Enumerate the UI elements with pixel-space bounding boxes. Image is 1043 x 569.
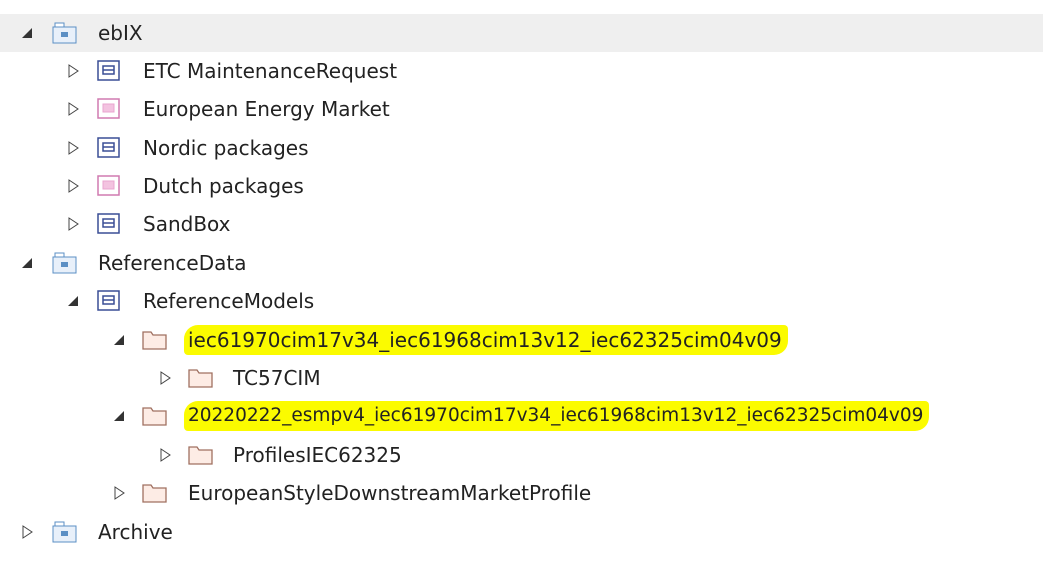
tree-item-label: ETC MaintenanceRequest bbox=[143, 59, 398, 83]
collapsed-arrow-icon[interactable] bbox=[158, 448, 172, 462]
package-blue-icon bbox=[96, 290, 122, 312]
tree-item-20220222-esmpv4[interactable]: 20220222_esmpv4_iec61970cim17v34_iec6196… bbox=[0, 397, 1043, 435]
folder-icon bbox=[188, 367, 214, 389]
package-blue-icon bbox=[96, 213, 122, 235]
tree-item-label: TC57CIM bbox=[233, 366, 321, 390]
tree-item-label: Nordic packages bbox=[143, 136, 309, 160]
expanded-arrow-icon[interactable] bbox=[112, 409, 126, 423]
tree-item-europeanstyledownstreammarketprofile[interactable]: EuropeanStyleDownstreamMarketProfile bbox=[0, 474, 1043, 512]
folder-icon bbox=[142, 482, 168, 504]
expanded-arrow-icon[interactable] bbox=[112, 333, 126, 347]
tree-item-iec61970cim17v34[interactable]: iec61970cim17v34_iec61968cim13v12_iec623… bbox=[0, 321, 1043, 359]
tree-item-label: European Energy Market bbox=[143, 97, 390, 121]
model-root-icon bbox=[52, 521, 78, 543]
tree-item-label: iec61970cim17v34_iec61968cim13v12_iec623… bbox=[184, 325, 788, 355]
tree-item-label: ebIX bbox=[98, 21, 143, 45]
folder-icon bbox=[188, 444, 214, 466]
tree-item-label: ProfilesIEC62325 bbox=[233, 443, 402, 467]
tree-item-tc57cim[interactable]: TC57CIM bbox=[0, 359, 1043, 397]
tree-item-nordic-packages[interactable]: Nordic packages bbox=[0, 129, 1043, 167]
collapsed-arrow-icon[interactable] bbox=[66, 217, 80, 231]
tree-item-label: EuropeanStyleDownstreamMarketProfile bbox=[188, 481, 592, 505]
package-blue-icon bbox=[96, 137, 122, 159]
tree-item-label: Archive bbox=[98, 520, 173, 544]
tree-item-european-energy-market[interactable]: European Energy Market bbox=[0, 90, 1043, 128]
expanded-arrow-icon[interactable] bbox=[20, 256, 34, 270]
tree-item-label: SandBox bbox=[143, 212, 231, 236]
collapsed-arrow-icon[interactable] bbox=[66, 64, 80, 78]
tree-item-referencemodels[interactable]: ReferenceModels bbox=[0, 282, 1043, 320]
collapsed-arrow-icon[interactable] bbox=[66, 141, 80, 155]
package-blue-icon bbox=[96, 60, 122, 82]
tree-item-label: Dutch packages bbox=[143, 174, 304, 198]
tree-item-dutch-packages[interactable]: Dutch packages bbox=[0, 167, 1043, 205]
collapsed-arrow-icon[interactable] bbox=[66, 179, 80, 193]
package-pink-icon bbox=[96, 175, 122, 197]
folder-icon bbox=[142, 405, 168, 427]
collapsed-arrow-icon[interactable] bbox=[66, 102, 80, 116]
tree-item-profilesiec62325[interactable]: ProfilesIEC62325 bbox=[0, 436, 1043, 474]
tree-item-ebix[interactable]: ebIX bbox=[0, 14, 1043, 52]
collapsed-arrow-icon[interactable] bbox=[158, 371, 172, 385]
tree-item-archive[interactable]: Archive bbox=[0, 513, 1043, 551]
tree-item-referencedata[interactable]: ReferenceData bbox=[0, 244, 1043, 282]
tree-item-label: 20220222_esmpv4_iec61970cim17v34_iec6196… bbox=[184, 401, 930, 431]
tree-item-label: ReferenceData bbox=[98, 251, 247, 275]
tree-item-etc-maintenancerequest[interactable]: ETC MaintenanceRequest bbox=[0, 52, 1043, 90]
expanded-arrow-icon[interactable] bbox=[20, 26, 34, 40]
model-root-icon bbox=[52, 22, 78, 44]
model-root-icon bbox=[52, 252, 78, 274]
package-pink-icon bbox=[96, 98, 122, 120]
project-browser-tree: ebIX ETC MaintenanceRequest European Ene… bbox=[0, 0, 1043, 569]
collapsed-arrow-icon[interactable] bbox=[20, 525, 34, 539]
folder-icon bbox=[142, 329, 168, 351]
tree-item-sandbox[interactable]: SandBox bbox=[0, 205, 1043, 243]
collapsed-arrow-icon[interactable] bbox=[112, 486, 126, 500]
expanded-arrow-icon[interactable] bbox=[66, 294, 80, 308]
tree-item-label: ReferenceModels bbox=[143, 289, 315, 313]
